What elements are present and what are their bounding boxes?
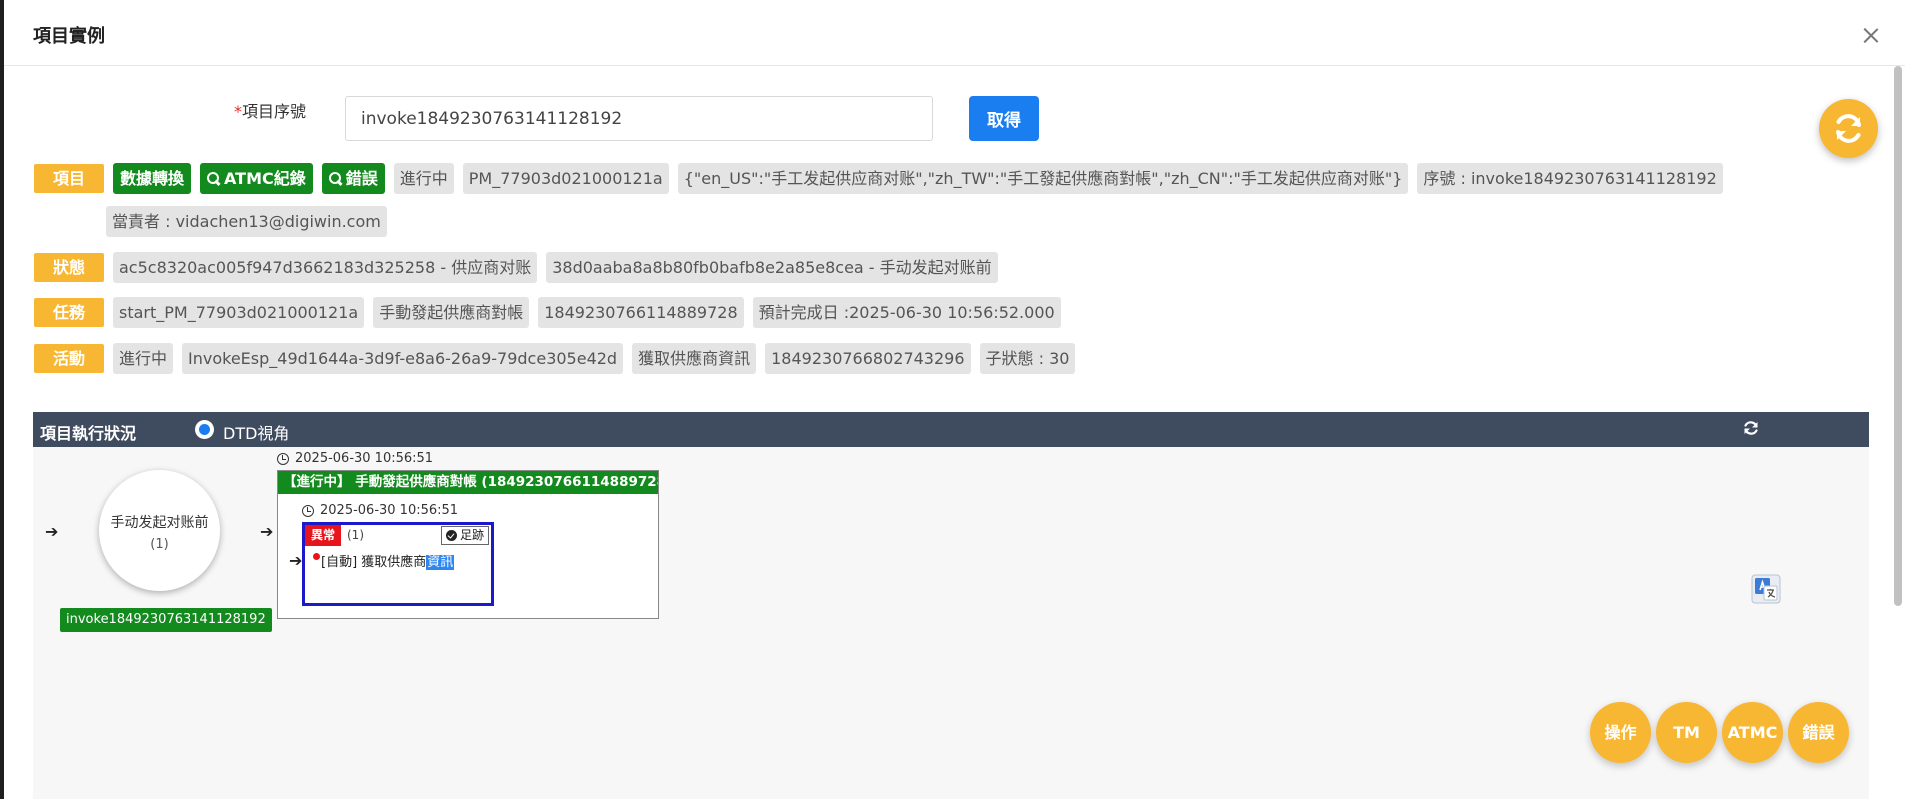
- get-button[interactable]: 取得: [969, 96, 1039, 141]
- dialog-title: 項目實例: [33, 26, 105, 47]
- task-chip: start_PM_77903d021000121a: [113, 297, 365, 328]
- search-icon: [328, 172, 342, 185]
- task-chip: 手動發起供應商對帳: [373, 297, 530, 328]
- refresh-icon[interactable]: [1741, 418, 1761, 438]
- operate-button[interactable]: 操作: [1590, 702, 1651, 763]
- trace-button[interactable]: 足跡: [440, 526, 489, 545]
- window-edge: [0, 0, 4, 799]
- error-tag: 異常: [305, 525, 342, 546]
- project-name-chip: {"en_US":"手工发起供应商对账","zh_TW":"手工發起供應商對帳"…: [677, 163, 1409, 194]
- refresh-icon: [1836, 114, 1861, 143]
- project-serial-label-text: 項目序號: [242, 102, 307, 121]
- dtd-view-radio[interactable]: [195, 420, 214, 439]
- translate-icon[interactable]: [1751, 574, 1781, 604]
- error-label: 錯誤: [345, 169, 378, 188]
- activity-chip: 1849230766802743296: [765, 343, 971, 374]
- atmc-button[interactable]: ATMC: [1722, 702, 1783, 763]
- state-chip: 38d0aaba8a8b80fb0bafb8e2a85e8cea - 手动发起对…: [546, 252, 998, 283]
- project-row: 項目 數據轉換 ATMC紀錄 錯誤 進行中 PM_77903d021000121…: [34, 163, 1723, 194]
- check-circle-icon: [445, 530, 457, 541]
- activity-chip: 獲取供應商資訊: [632, 343, 757, 374]
- task-header: 【進行中】 手動發起供應商對帳 (1849230766114889728): [278, 471, 658, 494]
- activity-chip: InvokeEsp_49d1644a-3d9f-e8a6-26a9-79dce3…: [182, 343, 624, 374]
- activity-text-highlight: 資訊: [426, 555, 455, 570]
- execution-status-bar: 項目執行狀況 DTD視角: [33, 412, 1869, 447]
- activity-card[interactable]: 異常 (1) 足跡 [自動] 獲取供應商資訊: [302, 522, 494, 606]
- project-serial-input[interactable]: [345, 96, 933, 141]
- owner-chip: 當責者 : vidachen13@digiwin.com: [106, 206, 387, 237]
- task-time: 2025-06-30 10:56:51: [277, 451, 433, 466]
- activity-row: 活動 進行中 InvokeEsp_49d1644a-3d9f-e8a6-26a9…: [34, 343, 1076, 374]
- task-row: 任務 start_PM_77903d021000121a 手動發起供應商對帳 1…: [34, 297, 1061, 328]
- vertical-scrollbar[interactable]: [1894, 66, 1902, 606]
- task-time-text: 2025-06-30 10:56:51: [295, 451, 434, 466]
- activity-chip: 子狀態 : 30: [979, 343, 1076, 374]
- category-task: 任務: [34, 298, 104, 327]
- dialog-header: 項目實例: [4, 0, 1905, 66]
- state-row: 狀態 ac5c8320ac005f947d3662183d325258 - 供应…: [34, 252, 998, 283]
- clock-icon: [277, 452, 289, 465]
- project-instance-dialog: 項目實例 *項目序號 取得 項目 數據轉換 ATMC紀錄 錯誤 進行中 PM_7…: [0, 0, 1905, 799]
- arrow-right-icon: ➔: [260, 522, 274, 541]
- project-code-chip: PM_77903d021000121a: [462, 163, 669, 194]
- trace-label: 足跡: [459, 528, 484, 542]
- state-chip: ac5c8320ac005f947d3662183d325258 - 供应商对账: [113, 252, 538, 283]
- panel-title: 項目執行狀況: [40, 424, 137, 443]
- arrow-right-icon: ➔: [45, 522, 59, 541]
- project-status-chip: 進行中: [393, 163, 454, 194]
- activity-text-prefix: [自動] 獲取供應商: [321, 555, 427, 570]
- category-state: 狀態: [34, 253, 104, 282]
- atmc-record-button[interactable]: ATMC紀錄: [200, 163, 313, 194]
- clock-icon: [302, 504, 314, 517]
- activity-time: 2025-06-30 10:56:51: [302, 503, 458, 518]
- owner-row: 當責者 : vidachen13@digiwin.com: [106, 206, 387, 237]
- error-button[interactable]: 錯誤: [321, 163, 385, 194]
- required-mark: *: [234, 102, 242, 121]
- data-convert-label: 數據轉換: [120, 169, 185, 188]
- dtd-view-label: DTD視角: [223, 424, 290, 443]
- refresh-button[interactable]: [1819, 99, 1878, 158]
- error-fab-button[interactable]: 錯誤: [1788, 702, 1849, 763]
- task-chip: 1849230766114889728: [538, 297, 744, 328]
- state-node-count: (1): [150, 537, 169, 552]
- close-icon[interactable]: [1861, 25, 1881, 45]
- search-icon: [207, 172, 220, 185]
- category-project: 項目: [34, 164, 104, 193]
- activity-chip: 進行中: [113, 343, 174, 374]
- error-dot-icon: [313, 553, 320, 560]
- tm-button[interactable]: TM: [1656, 702, 1717, 763]
- state-node[interactable]: 手动发起对账前 (1): [99, 470, 220, 591]
- project-serial-chip: 序號 : invoke1849230763141128192: [1417, 163, 1723, 194]
- activity-count: (1): [347, 528, 364, 542]
- data-convert-button[interactable]: 數據轉換: [113, 163, 192, 194]
- state-node-label: 手动发起对账前: [110, 515, 209, 531]
- project-id-badge: invoke1849230763141128192: [60, 608, 272, 632]
- atmc-record-label: ATMC紀錄: [224, 169, 306, 188]
- activity-text: [自動] 獲取供應商資訊: [321, 551, 455, 570]
- project-serial-label: *項目序號: [234, 98, 306, 122]
- arrow-right-icon: ➔: [289, 551, 303, 570]
- activity-time-text: 2025-06-30 10:56:51: [320, 503, 459, 518]
- task-chip: 預計完成日 :2025-06-30 10:56:52.000: [752, 297, 1061, 328]
- category-activity: 活動: [34, 344, 104, 373]
